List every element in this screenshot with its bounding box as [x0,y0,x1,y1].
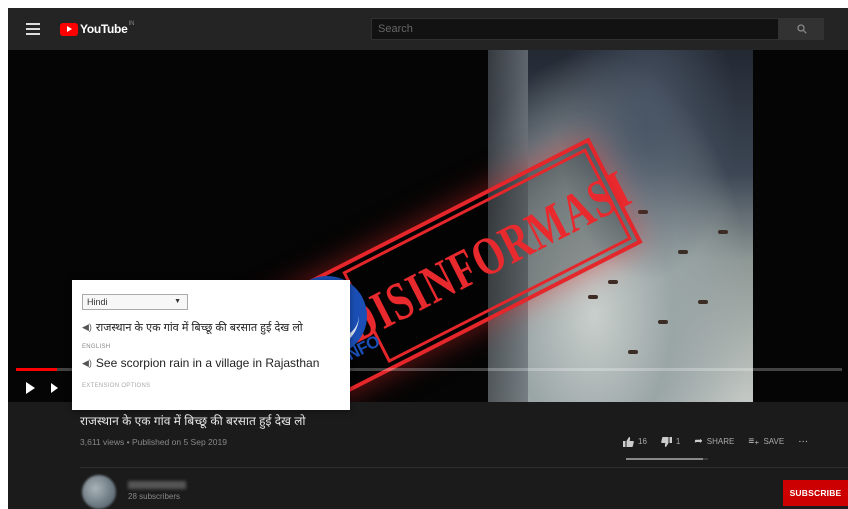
speaker-icon[interactable]: ◀) [82,322,92,333]
progress-fill [16,368,58,371]
youtube-play-icon [60,22,78,36]
extension-options-link[interactable]: EXTENSION OPTIONS [82,383,150,389]
save-label: SAVE [763,437,785,446]
dislike-count: 1 [675,437,681,446]
top-bar: YouTube IN [8,8,848,50]
channel-avatar[interactable] [82,475,116,509]
search-button[interactable] [779,18,824,40]
like-ratio-bar [626,458,708,460]
thumbs-down-icon [661,436,672,447]
more-icon: ··· [798,436,809,447]
translation-line: ◀) See scorpion rain in a village in Raj… [82,356,319,370]
next-icon[interactable] [51,383,58,393]
youtube-logo[interactable]: YouTube IN [60,21,134,37]
subscribe-button[interactable]: SUBSCRIBE [783,480,848,506]
video-actions: 16 1 ➦ SHARE ≡₊ SAVE ··· [623,436,808,447]
chevron-down-icon: ▼ [174,298,181,305]
speaker-icon[interactable]: ◀) [82,358,92,369]
language-select-value: Hindi [87,297,108,307]
video-meta: 3,611 views • Published on 5 Sep 2019 [80,437,227,447]
youtube-window: YouTube IN DISINFORMASI [8,8,848,509]
search-box [371,18,779,40]
save-button[interactable]: ≡₊ SAVE [748,436,784,447]
source-text: राजस्थान के एक गांव में बिच्छू की बरसात … [95,322,303,334]
search-input[interactable] [372,19,778,39]
divider [80,467,848,468]
language-select[interactable]: Hindi ▼ [82,294,188,310]
share-label: SHARE [706,437,735,446]
play-icon[interactable] [26,382,35,394]
translate-popup: Hindi ▼ ◀) राजस्थान के एक गांव में बिच्छ… [72,280,350,410]
playlist-add-icon: ≡₊ [748,436,760,447]
translation-text: See scorpion rain in a village in Rajast… [95,356,320,370]
menu-icon[interactable] [26,23,40,35]
share-button[interactable]: ➦ SHARE [694,436,734,447]
subscriber-count: 28 subscribers [128,492,181,501]
logo-country: IN [128,21,135,27]
channel-name-blurred[interactable] [128,481,186,489]
dislike-button[interactable]: 1 [661,436,681,447]
share-icon: ➦ [694,436,703,447]
like-count: 16 [638,437,647,446]
target-language-label: ENGLISH [82,344,111,350]
like-button[interactable]: 16 [623,436,647,447]
search-icon [796,24,807,34]
video-title: राजस्थान के एक गांव में बिच्छू की बरसात … [80,414,306,428]
like-ratio-fill [626,458,704,460]
more-button[interactable]: ··· [798,436,808,447]
source-line: ◀) राजस्थान के एक गांव में बिच्छू की बरस… [82,320,303,335]
logo-text: YouTube [80,22,128,36]
player-controls [26,380,58,396]
thumbs-up-icon [623,436,634,447]
